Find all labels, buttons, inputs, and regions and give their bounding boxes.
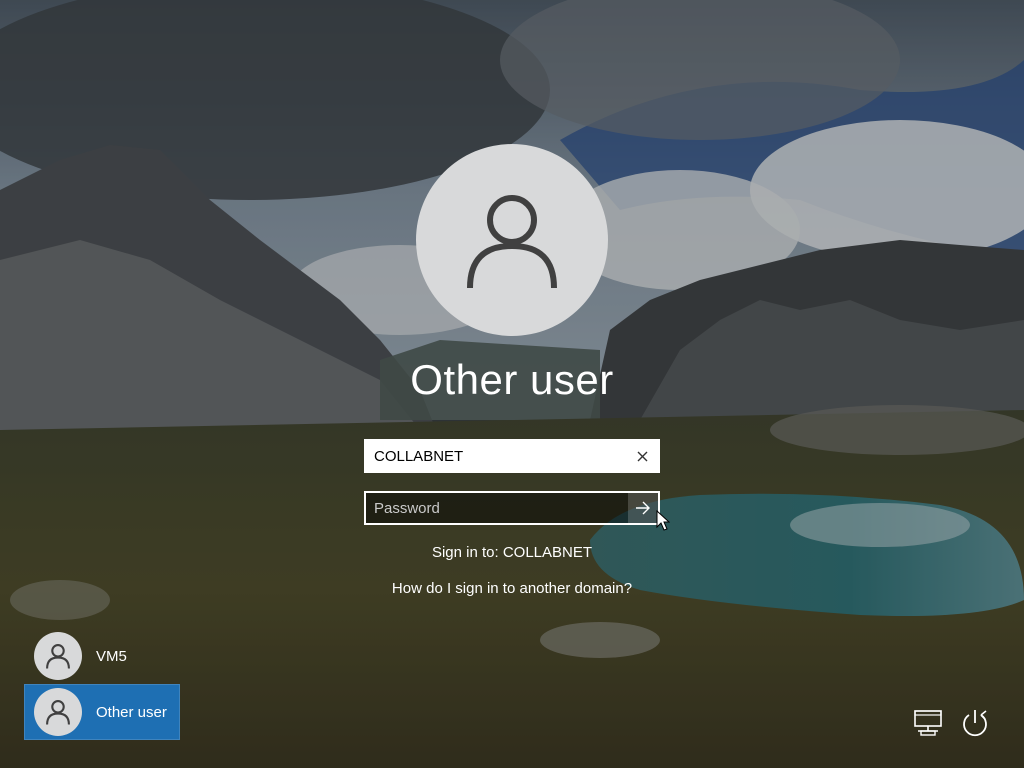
user-entry-vm5[interactable]: VM5	[24, 628, 180, 684]
user-entry-label: Other user	[96, 703, 167, 721]
user-switcher-list: VM5 Other user	[24, 628, 180, 740]
username-value[interactable]: COLLABNET	[366, 448, 626, 465]
user-entry-label: VM5	[96, 647, 127, 665]
user-avatar-small	[34, 632, 82, 680]
lock-screen: Other user COLLABNET Sign in to: COLLABN…	[0, 0, 1024, 768]
domain-help-link[interactable]: How do I sign in to another domain?	[392, 580, 632, 597]
close-icon	[637, 451, 647, 461]
password-field[interactable]	[364, 491, 660, 525]
page-title: Other user	[410, 356, 614, 403]
arrow-right-icon	[636, 501, 650, 515]
network-icon	[914, 710, 942, 736]
username-field[interactable]: COLLABNET	[364, 439, 660, 473]
user-avatar-large	[416, 144, 608, 336]
user-icon	[46, 644, 70, 669]
mouse-cursor-icon	[656, 510, 670, 531]
sign-in-to-label: Sign in to: COLLABNET	[431, 544, 593, 561]
clear-username-button[interactable]	[626, 441, 658, 471]
user-icon	[46, 700, 70, 725]
user-avatar-small	[34, 688, 82, 736]
power-button[interactable]	[958, 706, 992, 740]
domain-help-link-row: How do I sign in to another domain?	[0, 580, 1024, 597]
power-icon	[963, 710, 987, 737]
network-button[interactable]	[911, 706, 945, 740]
user-entry-other-user[interactable]: Other user	[24, 684, 180, 740]
submit-button[interactable]	[628, 493, 658, 523]
user-icon	[467, 195, 557, 289]
password-input[interactable]	[366, 492, 628, 524]
